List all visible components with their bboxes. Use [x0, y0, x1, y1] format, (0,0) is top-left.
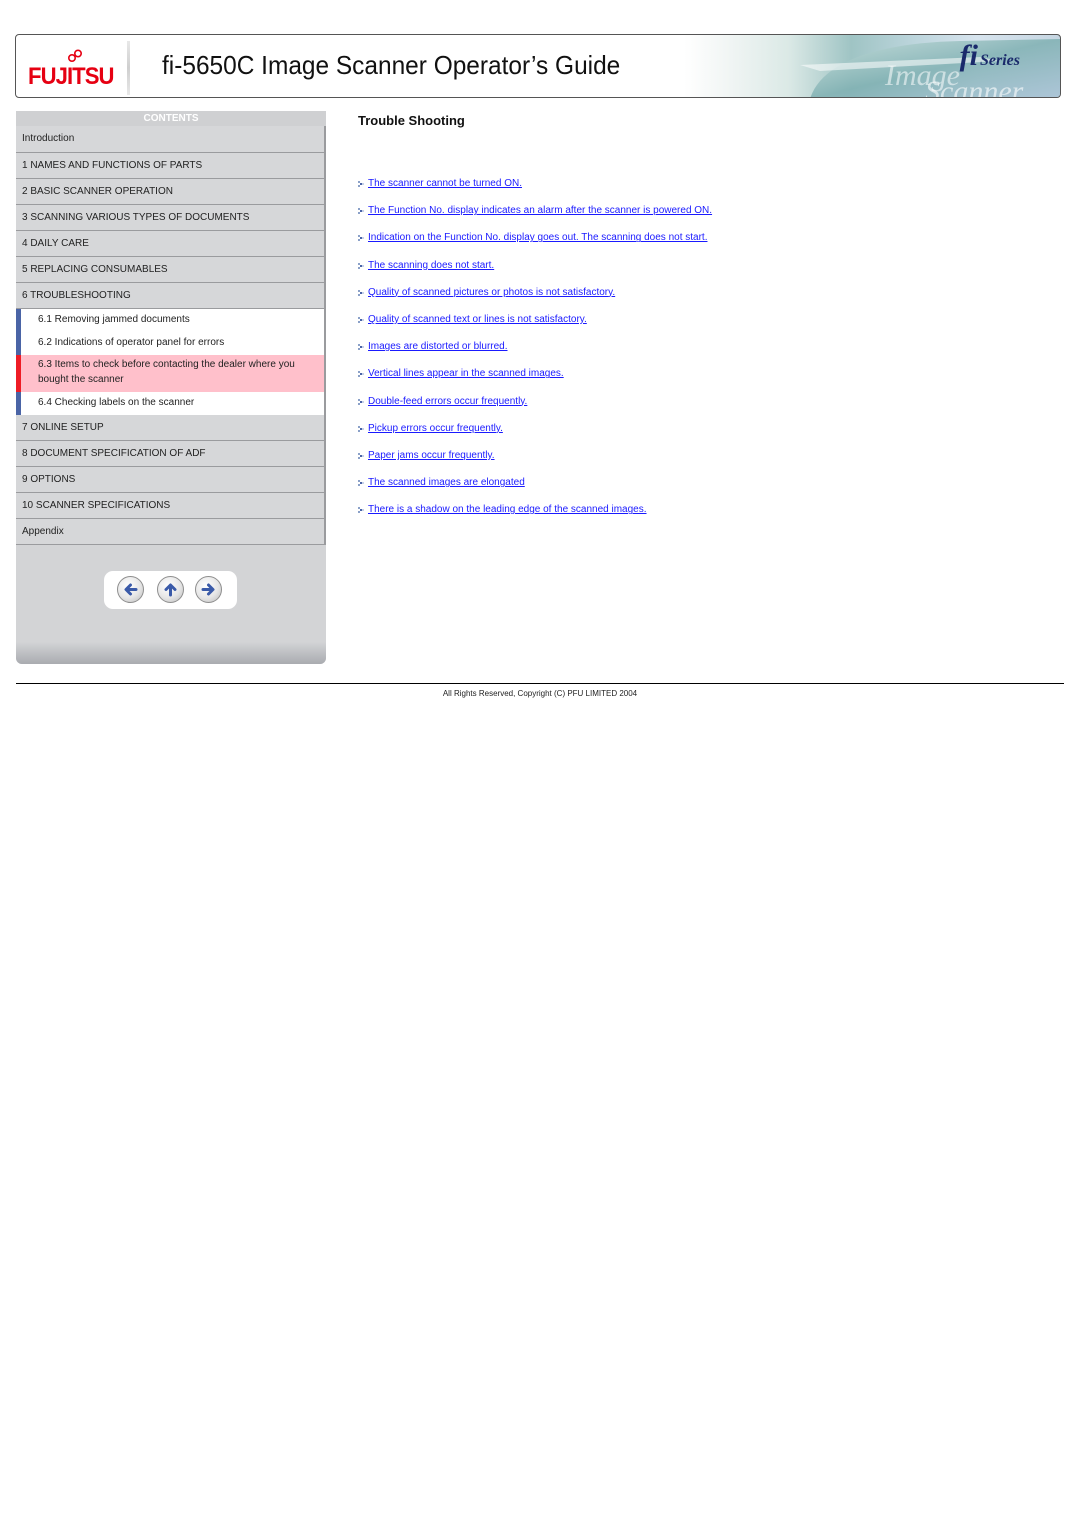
sidebar-subitem-items-to-check[interactable]: 6.3 Items to check before contacting the… — [16, 355, 324, 392]
sidebar-item-basic-operation[interactable]: 2 BASIC SCANNER OPERATION — [16, 179, 326, 205]
page-title: fi-5650C Image Scanner Operator’s Guide — [162, 50, 621, 80]
trouble-link-double-feed[interactable]: Double-feed errors occur frequently. — [368, 396, 527, 407]
list-item: The scanning does not start. — [358, 257, 712, 284]
svg-text:Scanner: Scanner — [925, 75, 1024, 98]
sidebar-item-online-setup[interactable]: 7 ONLINE SETUP — [16, 415, 326, 441]
bullet-arrow-icon — [358, 316, 364, 323]
troubleshooting-submenu: 6.1 Removing jammed documents 6.2 Indica… — [16, 309, 326, 415]
trouble-link-display-goes-out[interactable]: Indication on the Function No. display g… — [368, 232, 707, 243]
bullet-arrow-icon — [358, 262, 364, 269]
trouble-link-paper-jams[interactable]: Paper jams occur frequently. — [368, 450, 495, 461]
list-item: Pickup errors occur frequently. — [358, 420, 712, 447]
fi-badge-text: fi — [959, 39, 978, 72]
arrow-up-icon — [164, 583, 177, 597]
footer-divider — [16, 683, 1064, 684]
sidebar-item-appendix[interactable]: Appendix — [16, 519, 326, 545]
trouble-link-scanning-not-start[interactable]: The scanning does not start. — [368, 260, 494, 271]
list-item: The Function No. display indicates an al… — [358, 202, 712, 229]
list-item: There is a shadow on the leading edge of… — [358, 501, 712, 528]
sidebar-item-replacing-consumables[interactable]: 5 REPLACING CONSUMABLES — [16, 257, 326, 283]
trouble-link-leading-edge-shadow[interactable]: There is a shadow on the leading edge of… — [368, 504, 647, 515]
trouble-link-cannot-turn-on[interactable]: The scanner cannot be turned ON. — [368, 178, 522, 189]
bullet-arrow-icon — [358, 344, 364, 351]
previous-page-button[interactable] — [117, 576, 144, 603]
series-badge-text: Series — [980, 52, 1020, 69]
bullet-arrow-icon — [358, 289, 364, 296]
sidebar-subitem-operator-panel-errors[interactable]: 6.2 Indications of operator panel for er… — [16, 332, 324, 355]
list-item: Quality of scanned pictures or photos is… — [358, 284, 712, 311]
trouble-link-distorted-images[interactable]: Images are distorted or blurred. — [368, 341, 508, 352]
list-item: Images are distorted or blurred. — [358, 338, 712, 365]
troubleshooting-link-list: The scanner cannot be turned ON. The Fun… — [358, 175, 712, 528]
sidebar-item-daily-care[interactable]: 4 DAILY CARE — [16, 231, 326, 257]
trouble-link-picture-quality[interactable]: Quality of scanned pictures or photos is… — [368, 287, 615, 298]
next-page-button[interactable] — [195, 576, 222, 603]
trouble-link-elongated-images[interactable]: The scanned images are elongated — [368, 477, 525, 488]
sidebar-item-document-specification[interactable]: 8 DOCUMENT SPECIFICATION OF ADF — [16, 441, 326, 467]
sidebar-item-names-and-functions[interactable]: 1 NAMES AND FUNCTIONS OF PARTS — [16, 153, 326, 179]
main-content: Trouble Shooting The scanner cannot be t… — [358, 112, 1058, 515]
infinity-loop-icon — [67, 49, 83, 63]
copyright-notice: All Rights Reserved, Copyright (C) PFU L… — [442, 689, 638, 698]
sidebar-item-scanning-documents[interactable]: 3 SCANNING VARIOUS TYPES OF DOCUMENTS — [16, 205, 326, 231]
sidebar-item-options[interactable]: 9 OPTIONS — [16, 467, 326, 493]
list-item: The scanner cannot be turned ON. — [358, 175, 712, 202]
fi-series-badge: fi Series — [960, 39, 1020, 73]
page-navigation — [104, 571, 237, 609]
sidebar-item-troubleshooting[interactable]: 6 TROUBLESHOOTING — [16, 283, 326, 309]
brand-name: FUJITSU — [28, 63, 114, 90]
contents-heading: CONTENTS — [16, 111, 326, 126]
trouble-link-text-quality[interactable]: Quality of scanned text or lines is not … — [368, 314, 587, 325]
sidebar-item-scanner-specifications[interactable]: 10 SCANNER SPECIFICATIONS — [16, 493, 326, 519]
list-item: Vertical lines appear in the scanned ima… — [358, 365, 712, 392]
list-item: Double-feed errors occur frequently. — [358, 393, 712, 420]
bullet-arrow-icon — [358, 208, 364, 215]
fujitsu-logo: FUJITSU — [28, 49, 118, 91]
up-page-button[interactable] — [157, 576, 184, 603]
list-item: Indication on the Function No. display g… — [358, 229, 712, 256]
bullet-arrow-icon — [358, 507, 364, 514]
bullet-arrow-icon — [358, 181, 364, 187]
bullet-arrow-icon — [358, 235, 364, 242]
arrow-right-icon — [201, 583, 215, 596]
bullet-arrow-icon — [358, 425, 364, 432]
header-artwork: Image Scanner fi Series — [700, 35, 1060, 98]
bullet-arrow-icon — [358, 371, 364, 378]
sidebar-item-introduction[interactable]: Introduction — [16, 126, 326, 153]
bullet-arrow-icon — [358, 398, 364, 405]
list-item: Quality of scanned text or lines is not … — [358, 311, 712, 338]
trouble-link-vertical-lines[interactable]: Vertical lines appear in the scanned ima… — [368, 368, 564, 379]
section-heading: Trouble Shooting — [358, 113, 465, 128]
bullet-arrow-icon — [358, 480, 364, 487]
arrow-left-icon — [124, 583, 138, 596]
trouble-link-alarm-after-power-on[interactable]: The Function No. display indicates an al… — [368, 205, 712, 216]
header-divider — [127, 41, 130, 95]
bullet-arrow-icon — [358, 452, 364, 459]
list-item: The scanned images are elongated — [358, 474, 712, 501]
trouble-link-pickup-errors[interactable]: Pickup errors occur frequently. — [368, 423, 503, 434]
sidebar-subitem-removing-jammed[interactable]: 6.1 Removing jammed documents — [16, 309, 324, 332]
header-banner: FUJITSU fi-5650C Image Scanner Operator’… — [15, 34, 1061, 98]
sidebar-footer-shade — [16, 642, 326, 664]
list-item: Paper jams occur frequently. — [358, 447, 712, 474]
sidebar-subitem-checking-labels[interactable]: 6.4 Checking labels on the scanner — [16, 392, 324, 415]
sidebar: CONTENTS Introduction 1 NAMES AND FUNCTI… — [16, 111, 326, 664]
